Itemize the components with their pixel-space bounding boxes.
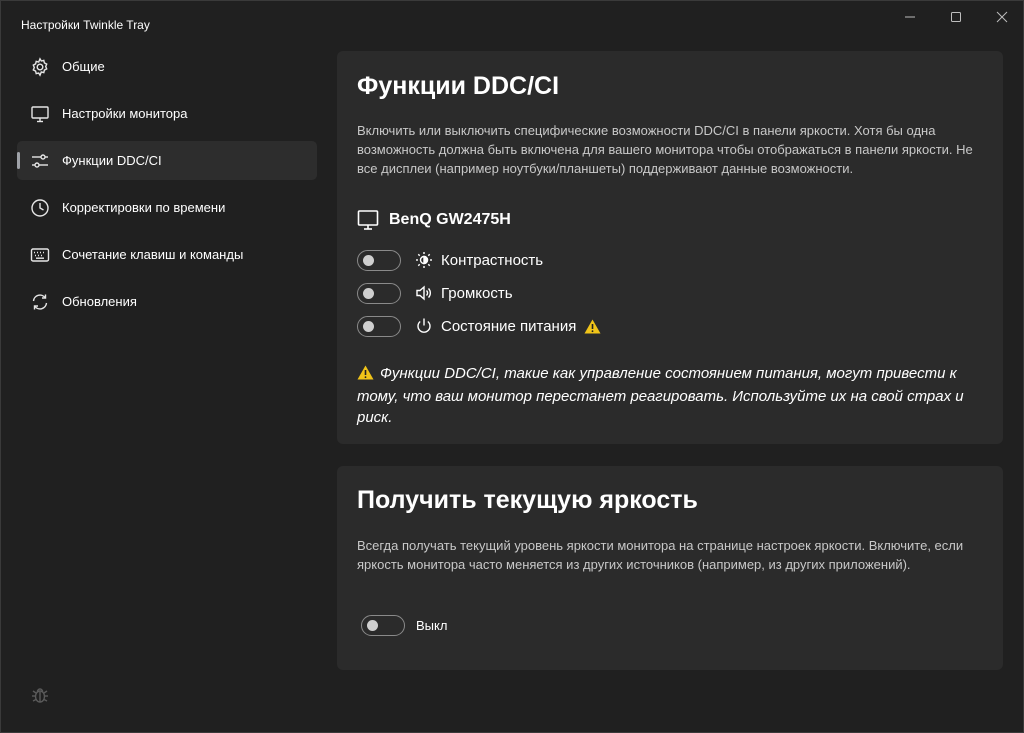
sidebar-item-label: Обновления [62, 294, 137, 309]
feature-label: Контрастность [441, 251, 544, 269]
power-icon [415, 317, 433, 335]
section-description: Всегда получать текущий уровень яркости … [357, 538, 964, 572]
warning-icon [584, 319, 601, 334]
sidebar-item-ddc-ci[interactable]: Функции DDC/CI [17, 141, 317, 180]
sidebar-item-time-adjustments[interactable]: Корректировки по времени [17, 188, 317, 227]
sliders-icon [29, 150, 51, 172]
warning-message: Функции DDC/CI, такие как управление сос… [357, 363, 977, 428]
maximize-icon [951, 12, 961, 22]
feature-label: Состояние питания [441, 317, 577, 335]
feature-power-state: Состояние питания [357, 315, 601, 337]
minimize-button[interactable] [887, 1, 933, 33]
warning-icon [357, 365, 374, 386]
section-description: Включить или выключить специфические воз… [357, 123, 973, 176]
power-state-toggle[interactable] [357, 315, 401, 337]
section-title: Получить текущую яркость [357, 486, 698, 514]
ddc-features-card: Функции DDC/CI Включить или выключить сп… [337, 51, 1003, 444]
sidebar-item-label: Общие [62, 59, 105, 74]
feature-label: Громкость [441, 284, 513, 302]
close-button[interactable] [979, 1, 1024, 33]
contrast-toggle[interactable] [357, 249, 401, 271]
current-brightness-card: Получить текущую яркость Всегда получать… [337, 466, 1003, 670]
monitor-name: BenQ GW2475H [389, 211, 511, 228]
sidebar-item-label: Функции DDC/CI [62, 153, 162, 168]
contrast-icon [415, 251, 433, 269]
title-bar: Настройки Twinkle Tray [1, 1, 1024, 49]
close-icon [996, 11, 1008, 23]
sidebar-item-general[interactable]: Общие [17, 47, 317, 86]
sidebar-item-label: Настройки монитора [62, 106, 188, 121]
section-title: Функции DDC/CI [357, 72, 560, 100]
feature-contrast: Контрастность [357, 249, 543, 271]
maximize-button[interactable] [933, 1, 979, 33]
sidebar-item-updates[interactable]: Обновления [17, 282, 317, 321]
window-controls [887, 1, 1024, 33]
settings-window: Настройки Twinkle Tray Общие Настройки м… [0, 0, 1024, 733]
toggle-state-label: Выкл [416, 618, 448, 633]
volume-toggle[interactable] [357, 282, 401, 304]
keyboard-icon [29, 244, 51, 266]
window-title: Настройки Twinkle Tray [21, 18, 150, 32]
gear-icon [29, 56, 51, 78]
sidebar-item-hotkeys[interactable]: Сочетание клавиш и команды [17, 235, 317, 274]
current-brightness-toggle[interactable] [361, 615, 405, 636]
current-brightness-setting: Выкл [361, 615, 447, 636]
sidebar-item-label: Корректировки по времени [62, 200, 226, 215]
refresh-icon [29, 291, 51, 313]
volume-icon [415, 284, 433, 302]
sidebar-item-label: Сочетание клавиш и команды [62, 247, 244, 262]
minimize-icon [905, 16, 915, 18]
monitor-icon [29, 103, 51, 125]
monitor-icon [357, 210, 379, 230]
feature-volume: Громкость [357, 282, 513, 304]
sidebar-nav: Общие Настройки монитора Функции DDC/CI … [17, 47, 317, 329]
warning-text: Функции DDC/CI, такие как управление сос… [357, 365, 964, 426]
monitor-header: BenQ GW2475H [357, 209, 511, 231]
sidebar-item-monitor-settings[interactable]: Настройки монитора [17, 94, 317, 133]
bug-icon[interactable] [30, 685, 50, 705]
clock-icon [29, 197, 51, 219]
